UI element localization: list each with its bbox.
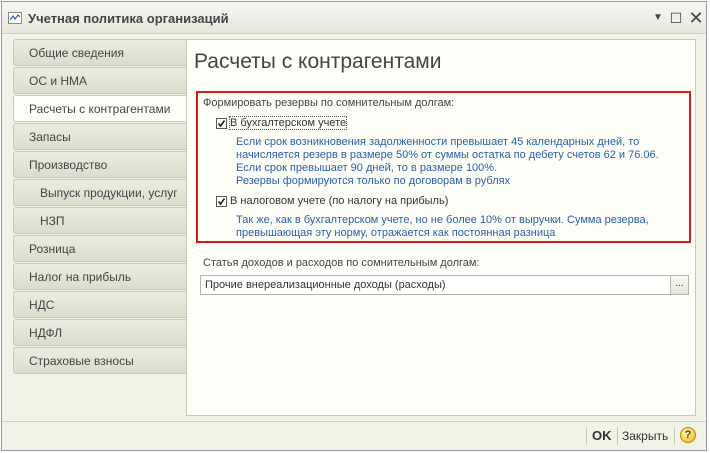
footer-separator [586, 427, 587, 445]
sidebar-item-retail[interactable]: Розница [13, 235, 187, 262]
accounting-hint-line-4: Резервы формируются только по договорам … [236, 175, 511, 187]
page-title: Расчеты с контрагентами [194, 50, 442, 73]
close-button[interactable]: Закрыть [622, 429, 668, 443]
help-icon[interactable]: ? [680, 427, 696, 443]
expense-item-label: Статья доходов и расходов по сомнительны… [203, 257, 480, 269]
checkmark-icon [217, 198, 226, 206]
reserves-group-label: Формировать резервы по сомнительным долг… [203, 97, 455, 109]
accounting-hint-line-3: Если срок превышает 90 дней, то в размер… [236, 162, 498, 174]
sidebar-item-general[interactable]: Общие сведения [13, 39, 187, 66]
accounting-reserve-label[interactable]: В бухгалтерском учете [228, 116, 348, 130]
tax-hint-line-1: Так же, как в бухгалтерском учете, но не… [236, 214, 649, 226]
reserves-section: Формировать резервы по сомнительным долг… [196, 91, 691, 243]
footer-separator [617, 427, 618, 445]
sidebar-item-vat[interactable]: НДС [13, 291, 187, 318]
footer-separator [674, 427, 675, 445]
accounting-hint-line-1: Если срок возникновения задолженности пр… [236, 136, 640, 148]
close-icon[interactable]: ✕ [688, 9, 704, 27]
tax-hint-line-2: превышающая эту норму, отражается как по… [236, 227, 556, 239]
tax-reserve-label[interactable]: В налоговом учете (по налогу на прибыль) [230, 195, 448, 207]
window-title: Учетная политика организаций [28, 11, 229, 26]
sidebar-item-fixed-assets[interactable]: ОС и НМА [13, 67, 187, 94]
window-menu-icon[interactable]: ▼ [650, 10, 666, 26]
footer-bar: OK Закрыть ? [2, 421, 706, 450]
main-window: Учетная политика организаций ▼ ☐ ✕ Общие… [1, 1, 707, 451]
expense-item-value: Прочие внереализационные доходы (расходы… [205, 279, 446, 291]
sidebar-item-counterparties[interactable]: Расчеты с контрагентами [13, 95, 188, 122]
sidebar-item-insurance[interactable]: Страховые взносы [13, 347, 187, 374]
sidebar-item-output[interactable]: Выпуск продукции, услуг [13, 179, 187, 206]
sidebar-item-inventory[interactable]: Запасы [13, 123, 187, 150]
accounting-reserve-checkbox[interactable] [216, 118, 227, 129]
checkmark-icon [217, 120, 226, 128]
title-bar: Учетная политика организаций ▼ ☐ ✕ [2, 2, 706, 34]
expense-item-field[interactable]: Прочие внереализационные доходы (расходы… [200, 275, 689, 295]
sidebar-item-wip[interactable]: НЗП [13, 207, 187, 234]
tax-reserve-checkbox[interactable] [216, 196, 227, 207]
expense-item-select-button[interactable]: ... [670, 276, 688, 294]
sidebar-item-profit-tax[interactable]: Налог на прибыль [13, 263, 187, 290]
sidebar-nav: Общие сведения ОС и НМА Расчеты с контра… [13, 39, 188, 375]
app-icon [8, 12, 22, 24]
accounting-hint-line-2: начисляется резерв в размере 50% от сумм… [236, 149, 659, 161]
ok-button[interactable]: OK [592, 428, 612, 443]
content-panel: Расчеты с контрагентами Формировать резе… [186, 39, 696, 416]
sidebar-item-production[interactable]: Производство [13, 151, 187, 178]
sidebar-item-pit[interactable]: НДФЛ [13, 319, 187, 346]
maximize-icon[interactable]: ☐ [668, 10, 684, 26]
